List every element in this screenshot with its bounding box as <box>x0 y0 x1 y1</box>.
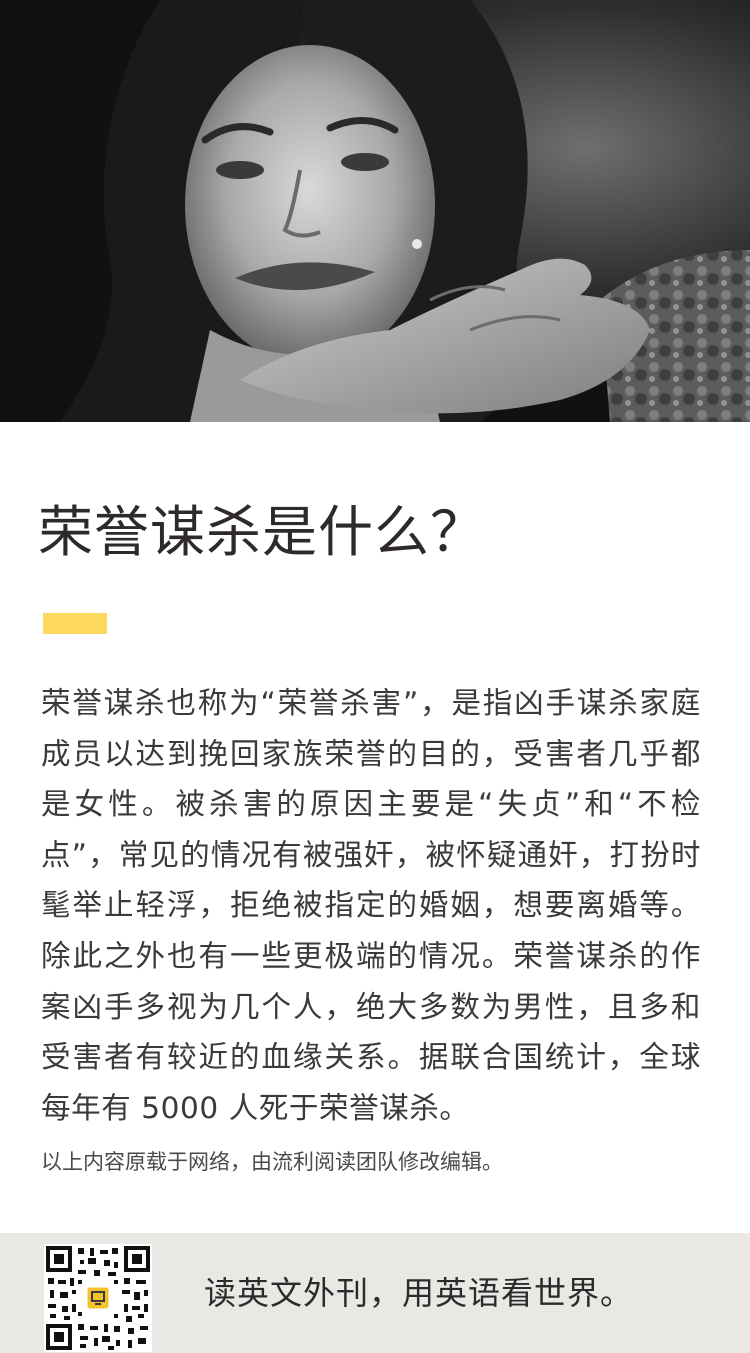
qr-code-graphic <box>44 1244 152 1352</box>
hero-photo-illustration <box>0 0 750 422</box>
qr-code[interactable] <box>44 1244 152 1352</box>
source-note: 以上内容原载于网络，由流利阅读团队修改编辑。 <box>41 1150 503 1174</box>
hero-photo <box>0 0 750 422</box>
footer-banner: 读英文外刊，用英语看世界。 <box>0 1233 750 1353</box>
accent-bar <box>43 613 107 634</box>
article-body: 荣誉谋杀也称为“荣誉杀害”，是指凶手谋杀家庭成员以达到挽回家族荣誉的目的，受害者… <box>41 686 701 1125</box>
article-title: 荣誉谋杀是什么？ <box>38 500 487 564</box>
footer-slogan: 读英文外刊，用英语看世界。 <box>204 1274 634 1312</box>
